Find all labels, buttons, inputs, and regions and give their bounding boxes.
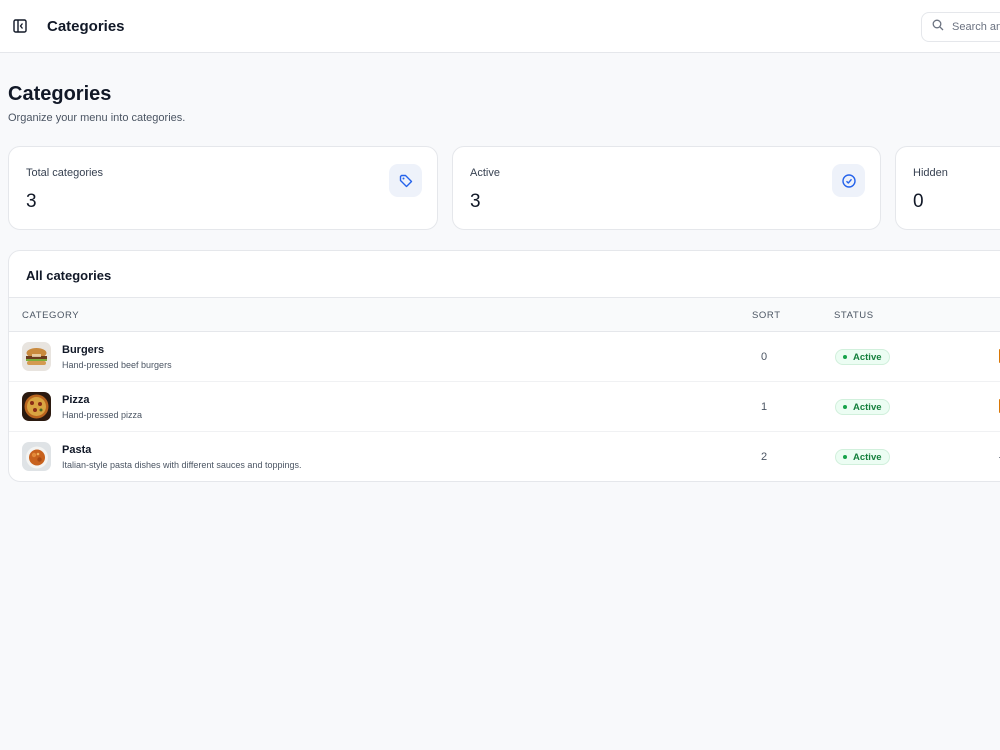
stat-card-hidden: Hidden 0 bbox=[895, 146, 1000, 230]
pasta-image bbox=[22, 442, 51, 471]
sidebar-toggle-icon[interactable] bbox=[12, 18, 28, 34]
category-description: Italian-style pasta dishes with differen… bbox=[62, 460, 302, 470]
category-description: Hand-pressed beef burgers bbox=[62, 360, 172, 370]
status-label: Active bbox=[853, 401, 882, 413]
stat-value: 3 bbox=[26, 191, 37, 212]
status-dot bbox=[843, 355, 847, 359]
stat-value: 0 bbox=[913, 191, 924, 212]
sort-value: 0 bbox=[761, 351, 768, 363]
topbar-title: Categories bbox=[47, 18, 125, 35]
stat-card-total: Total categories 3 bbox=[8, 146, 438, 230]
status-badge: Active bbox=[835, 449, 890, 465]
top-bar: Categories bbox=[0, 0, 1000, 53]
status-dot bbox=[843, 405, 847, 409]
check-circle-icon bbox=[832, 164, 865, 197]
column-header-status: STATUS bbox=[834, 310, 874, 321]
column-header-category: CATEGORY bbox=[22, 310, 80, 321]
stat-label: Total categories bbox=[26, 167, 104, 179]
table-header: CATEGORY SORT STATUS bbox=[9, 297, 1000, 332]
page-subtitle: Organize your menu into categories. bbox=[8, 112, 186, 124]
search-icon bbox=[932, 18, 944, 36]
table-row[interactable]: Pizza Hand-pressed pizza 1 Active bbox=[9, 382, 1000, 432]
sort-value: 1 bbox=[761, 401, 768, 413]
stat-label: Active bbox=[470, 167, 500, 179]
status-label: Active bbox=[853, 451, 882, 463]
search-box[interactable] bbox=[921, 12, 1000, 42]
stat-card-active: Active 3 bbox=[452, 146, 881, 230]
category-description: Hand-pressed pizza bbox=[62, 410, 143, 420]
tag-icon bbox=[389, 164, 422, 197]
stat-label: Hidden bbox=[913, 167, 948, 179]
table-title: All categories bbox=[26, 268, 112, 283]
category-name: Pizza bbox=[62, 394, 90, 406]
table-row[interactable]: Pasta Italian-style pasta dishes with di… bbox=[9, 432, 1000, 481]
categories-table-card: All categories CATEGORY SORT STATUS Burg… bbox=[8, 250, 1000, 482]
pizza-image bbox=[22, 392, 51, 421]
search-input[interactable] bbox=[952, 21, 1000, 33]
sort-value: 2 bbox=[761, 451, 768, 463]
status-badge: Active bbox=[835, 349, 890, 365]
status-label: Active bbox=[853, 351, 882, 363]
table-row[interactable]: Burgers Hand-pressed beef burgers 0 Acti… bbox=[9, 332, 1000, 382]
column-header-sort: SORT bbox=[752, 310, 781, 321]
category-name: Burgers bbox=[62, 344, 105, 356]
status-badge: Active bbox=[835, 399, 890, 415]
stat-value: 3 bbox=[470, 191, 481, 212]
status-dot bbox=[843, 455, 847, 459]
category-name: Pasta bbox=[62, 444, 92, 456]
burger-image bbox=[22, 342, 51, 371]
page-title: Categories bbox=[8, 83, 112, 105]
